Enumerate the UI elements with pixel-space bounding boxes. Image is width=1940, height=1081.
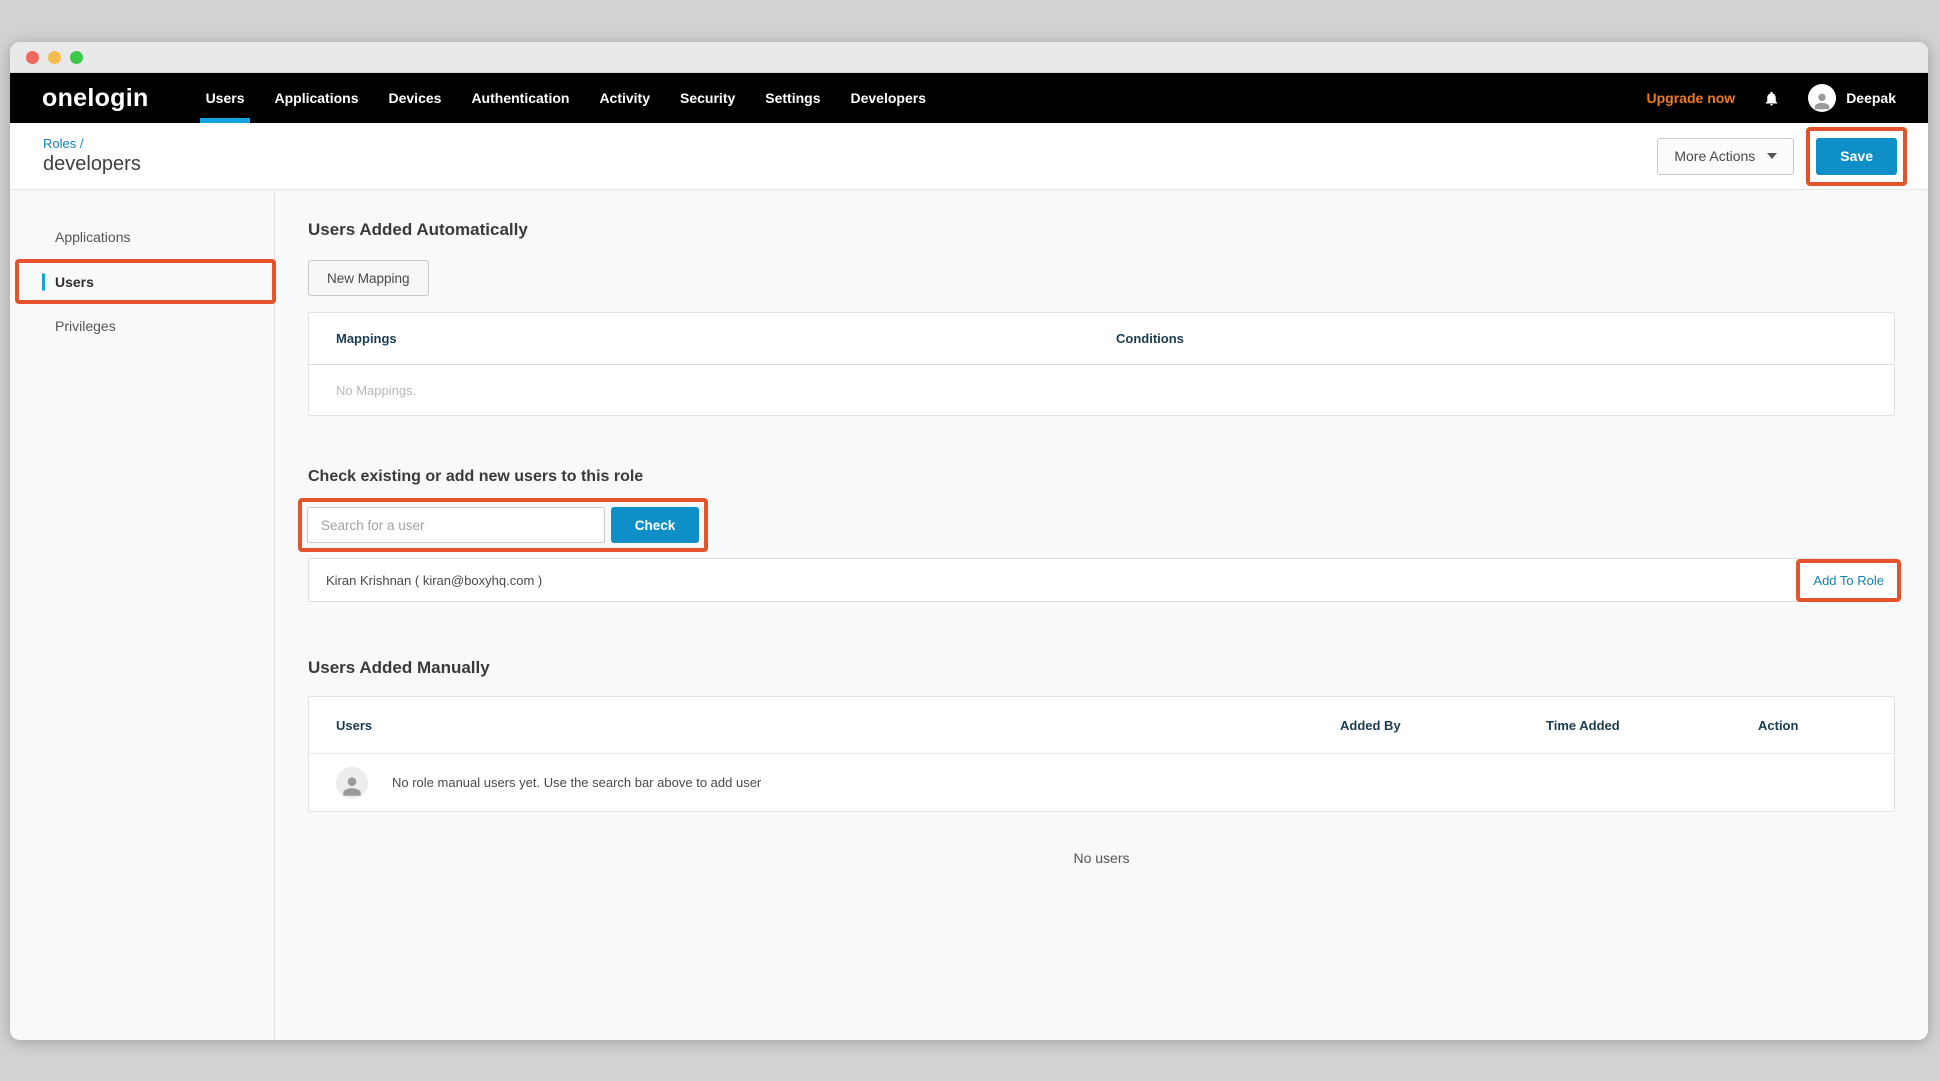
nav-menu: Users Applications Devices Authenticatio… [191,73,941,123]
avatar-icon [1808,84,1836,112]
active-indicator-bar [42,273,45,290]
manual-users-table: Users Added By Time Added Action No role… [308,696,1895,812]
no-manual-users-row: No role manual users yet. Use the search… [309,753,1894,811]
placeholder-avatar-icon [336,767,368,799]
nav-item-security[interactable]: Security [665,73,750,123]
page-body: Applications Users Privileges Users Adde… [10,190,1928,1040]
window-zoom-button[interactable] [70,51,83,64]
sidebar-item-privileges[interactable]: Privileges [10,304,274,348]
new-mapping-button[interactable]: New Mapping [308,260,429,296]
username-label: Deepak [1846,90,1896,106]
column-header-action: Action [1758,718,1894,733]
top-navbar: onelogin Users Applications Devices Auth… [10,73,1928,123]
users-added-manually-heading: Users Added Manually [308,658,1895,678]
sidebar: Applications Users Privileges [10,190,275,1040]
user-search-row: Check [307,507,699,543]
main-content: Users Added Automatically New Mapping Ma… [275,190,1928,1040]
caret-down-icon [1767,153,1777,159]
nav-item-applications[interactable]: Applications [259,73,373,123]
mappings-table: Mappings Conditions No Mappings. [308,312,1895,416]
column-header-time-added: Time Added [1546,718,1758,733]
save-annotation-highlight: Save [1806,127,1907,186]
search-result-user: Kiran Krishnan ( kiran@boxyhq.com ) [326,573,542,588]
no-users-text: No users [308,850,1895,866]
page-header-titles: Roles / developers [43,136,141,176]
window-close-button[interactable] [26,51,39,64]
add-to-role-annotation-highlight: Add To Role [1796,559,1901,602]
nav-right-group: Upgrade now Deepak [1647,84,1896,112]
bell-icon[interactable] [1763,89,1780,108]
sidebar-item-label: Users [55,274,94,290]
nav-item-settings[interactable]: Settings [750,73,835,123]
search-annotation-highlight: Check [298,498,708,552]
nav-item-users[interactable]: Users [191,73,260,123]
mappings-table-header: Mappings Conditions [309,313,1894,365]
search-result-row: Kiran Krishnan ( kiran@boxyhq.com ) Add … [308,558,1895,602]
sidebar-item-applications[interactable]: Applications [10,215,274,259]
user-menu[interactable]: Deepak [1808,84,1896,112]
sidebar-item-label: Privileges [55,318,116,334]
browser-window: onelogin Users Applications Devices Auth… [10,42,1928,1040]
desktop-background: onelogin Users Applications Devices Auth… [0,0,1940,1081]
no-manual-users-text: No role manual users yet. Use the search… [392,775,761,790]
column-header-users: Users [336,718,1340,733]
sidebar-item-users[interactable]: Users [19,263,272,300]
nav-item-devices[interactable]: Devices [374,73,457,123]
nav-item-authentication[interactable]: Authentication [456,73,584,123]
onelogin-logo: onelogin [42,84,149,113]
add-to-role-link[interactable]: Add To Role [1813,573,1884,588]
window-minimize-button[interactable] [48,51,61,64]
breadcrumb[interactable]: Roles / [43,136,141,151]
window-titlebar [10,42,1928,73]
users-annotation-highlight: Users [15,259,276,304]
page-header: Roles / developers More Actions Save [10,123,1928,190]
check-users-heading: Check existing or add new users to this … [308,468,1895,486]
save-button[interactable]: Save [1816,138,1897,175]
more-actions-button[interactable]: More Actions [1657,138,1794,175]
column-header-mappings: Mappings [309,331,1116,346]
more-actions-label: More Actions [1674,148,1755,164]
nav-item-activity[interactable]: Activity [584,73,665,123]
column-header-conditions: Conditions [1116,331,1184,346]
page-header-actions: More Actions Save [1657,127,1907,186]
check-button[interactable]: Check [611,507,699,543]
no-mappings-row: No Mappings. [309,365,1894,415]
users-added-automatically-heading: Users Added Automatically [308,220,1895,240]
page-title: developers [43,153,141,176]
upgrade-now-link[interactable]: Upgrade now [1647,90,1736,106]
column-header-added-by: Added By [1340,718,1546,733]
sidebar-item-label: Applications [55,229,131,245]
manual-users-table-header: Users Added By Time Added Action [309,697,1894,753]
nav-item-developers[interactable]: Developers [836,73,941,123]
search-user-input[interactable] [307,507,605,543]
